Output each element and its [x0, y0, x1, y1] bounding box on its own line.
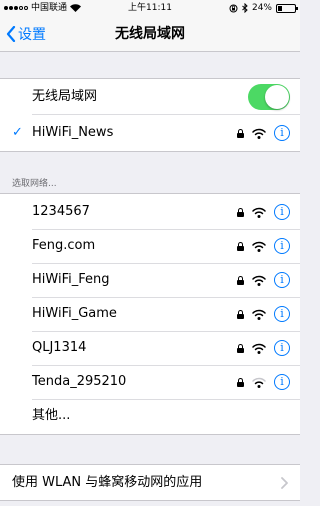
network-status-icons: i	[237, 194, 290, 230]
apps-wlan-cellular-row[interactable]: 使用 WLAN 与蜂窝移动网的应用	[0, 465, 300, 501]
network-row[interactable]: HiWiFi_Feng i	[0, 262, 300, 298]
page-title: 无线局域网	[115, 26, 185, 42]
wifi-toggle-row: 无线局域网	[0, 79, 300, 115]
network-status-icons: i	[237, 296, 290, 332]
orientation-lock-icon	[229, 4, 238, 12]
navigation-bar: 设置 无线局域网	[0, 16, 300, 52]
wifi-signal-icon	[252, 275, 266, 286]
info-icon[interactable]: i	[274, 125, 290, 141]
apps-wlan-cellular-group: 使用 WLAN 与蜂窝移动网的应用	[0, 464, 300, 501]
battery-percent: 24%	[251, 3, 272, 13]
network-status-icons: i	[237, 115, 290, 151]
bluetooth-icon	[242, 3, 248, 13]
wifi-signal-icon	[252, 241, 266, 252]
info-icon[interactable]: i	[274, 238, 290, 254]
network-name: QLJ1314	[32, 340, 87, 355]
chevron-right-icon	[281, 465, 288, 501]
info-icon[interactable]: i	[274, 272, 290, 288]
network-row[interactable]: Tenda_295210 i	[0, 364, 300, 400]
wifi-signal-weak-icon	[252, 377, 266, 388]
network-status-icons: i	[237, 228, 290, 264]
network-row[interactable]: HiWiFi_Game i	[0, 296, 300, 332]
wifi-settings-group: 无线局域网 ✓ HiWiFi_News i	[0, 78, 300, 152]
wifi-toggle-switch[interactable]	[248, 84, 290, 110]
lock-icon	[237, 377, 244, 387]
network-status-icons: i	[237, 262, 290, 298]
network-status-icons: i	[237, 364, 290, 400]
wifi-toggle-label: 无线局域网	[32, 89, 98, 104]
other-network-row[interactable]: 其他...	[0, 398, 300, 434]
lock-icon	[237, 207, 244, 217]
network-name: Tenda_295210	[32, 374, 127, 389]
other-network-label: 其他...	[32, 408, 71, 423]
status-right: 24%	[229, 0, 298, 16]
info-icon[interactable]: i	[274, 374, 290, 390]
lock-icon	[237, 128, 244, 138]
lock-icon	[237, 275, 244, 285]
network-name: Feng.com	[32, 238, 96, 253]
wifi-signal-icon	[252, 343, 266, 354]
wifi-signal-icon	[252, 207, 266, 218]
status-bar: 中国联通 上午11:11 24%	[0, 0, 300, 16]
network-row[interactable]: QLJ1314 i	[0, 330, 300, 366]
info-icon[interactable]: i	[274, 204, 290, 220]
connected-network-name: HiWiFi_News	[32, 125, 114, 140]
network-name: 1234567	[32, 204, 90, 219]
lock-icon	[237, 309, 244, 319]
lock-icon	[237, 241, 244, 251]
available-networks-group: 1234567 i Feng.com i HiWiFi_Feng i HiWiF…	[0, 193, 300, 435]
wifi-signal-icon	[252, 128, 266, 139]
toggle-knob	[265, 85, 289, 109]
apps-wlan-cellular-label: 使用 WLAN 与蜂窝移动网的应用	[12, 475, 203, 490]
network-row[interactable]: 1234567 i	[0, 194, 300, 230]
network-name: HiWiFi_Feng	[32, 272, 110, 287]
network-name: HiWiFi_Game	[32, 306, 117, 321]
battery-icon	[276, 3, 298, 13]
network-row[interactable]: Feng.com i	[0, 228, 300, 264]
checkmark-icon: ✓	[12, 125, 23, 140]
lock-icon	[237, 343, 244, 353]
info-icon[interactable]: i	[274, 340, 290, 356]
info-icon[interactable]: i	[274, 306, 290, 322]
network-status-icons: i	[237, 330, 290, 366]
wifi-signal-icon	[252, 309, 266, 320]
connected-network-row[interactable]: ✓ HiWiFi_News i	[0, 115, 300, 151]
choose-network-header: 选取网络...	[12, 179, 57, 189]
